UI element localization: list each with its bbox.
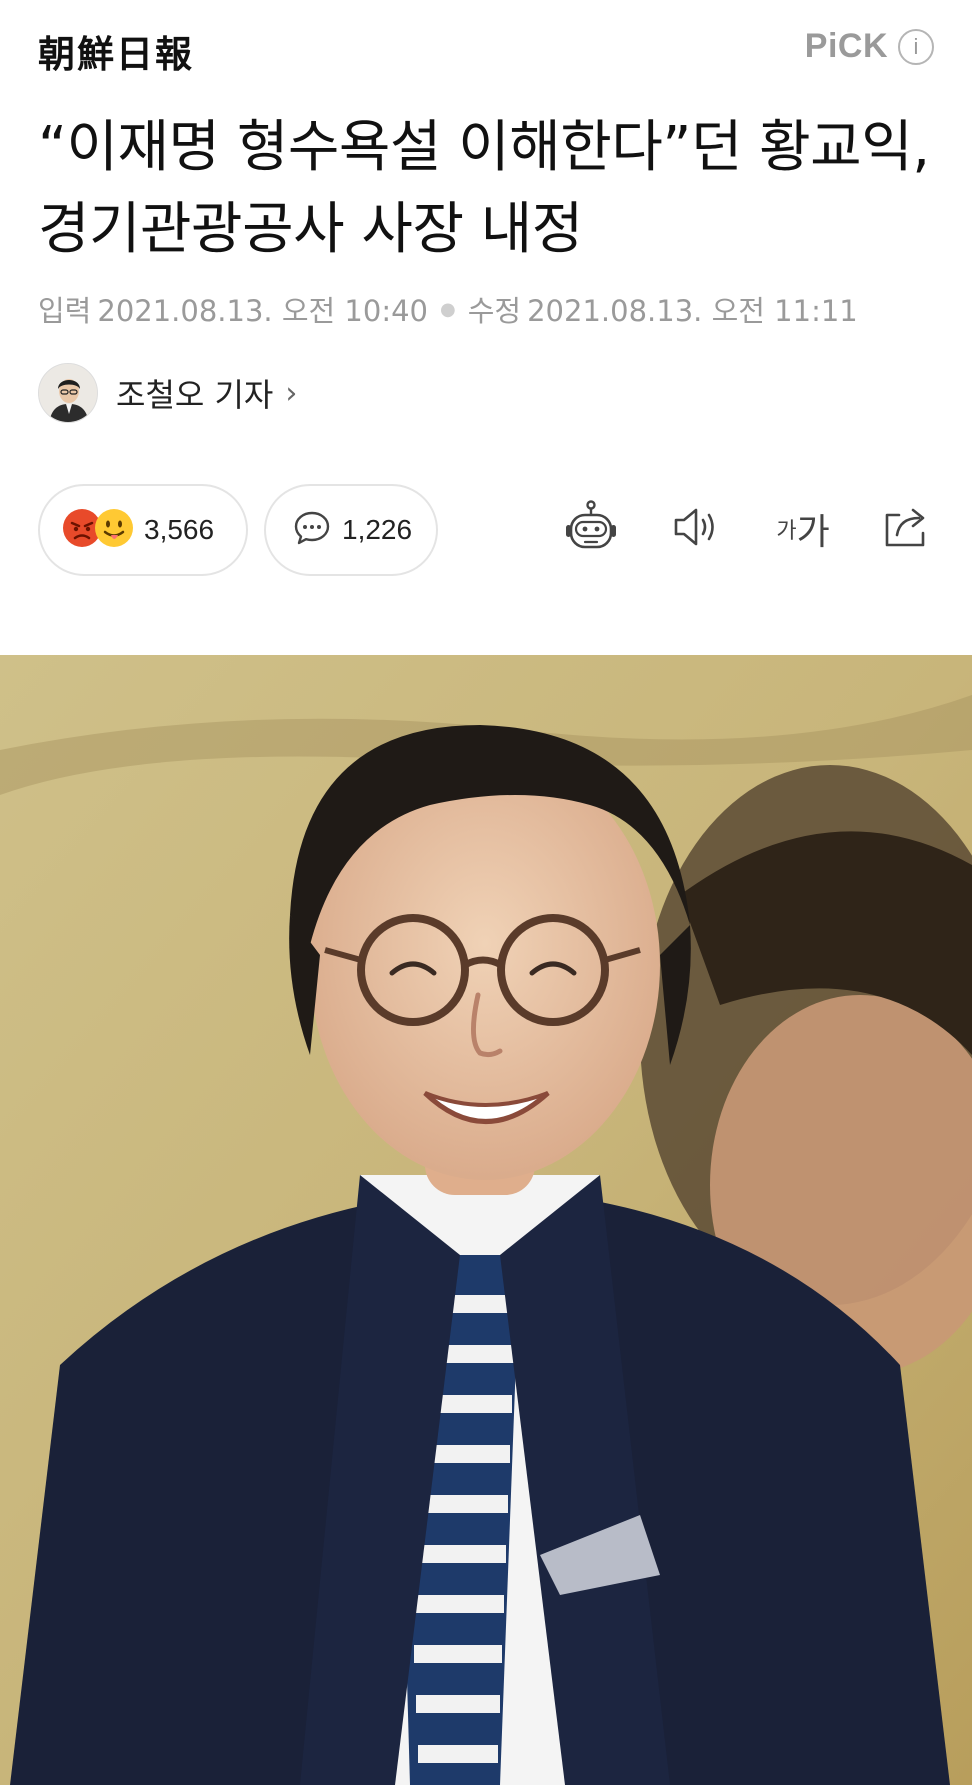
tongue-face-icon (94, 508, 134, 552)
robot-icon (562, 498, 620, 560)
font-size-button[interactable]: 가 가 (768, 496, 838, 562)
reporter-name: 조철오 기자 (116, 376, 274, 414)
article-headline: “이재명 형수욕설 이해한다”던 황교익, 경기관광공사 사장 내정 (38, 115, 930, 262)
share-icon (879, 501, 931, 557)
font-size-large-label: 가 (796, 512, 830, 553)
modified-label: 수정 (467, 294, 522, 328)
reaction-button[interactable]: 3,566 (38, 484, 248, 576)
speaker-icon (670, 501, 722, 557)
article-timestamps: 입력 2021.08.13. 오전 10:40 ● 수정 2021.08.13.… (38, 288, 858, 330)
pick-badge[interactable]: PiCK i (805, 27, 934, 66)
published-time: 2021.08.13. 오전 10:40 (97, 294, 429, 328)
modified-time: 2021.08.13. 오전 11:11 (527, 294, 858, 328)
reporter-avatar (38, 363, 98, 423)
press-logo[interactable]: 朝鮮日報 (38, 24, 194, 78)
speech-bubble-icon (292, 508, 332, 552)
article-action-bar: 3,566 1,226 가 가 (38, 484, 934, 576)
info-icon[interactable]: i (898, 28, 934, 65)
comment-count: 1,226 (342, 514, 413, 545)
summary-bot-button[interactable] (558, 496, 624, 562)
font-size-small-label: 가 (776, 519, 797, 544)
reporter-link[interactable]: 조철오 기자 › (38, 363, 297, 423)
separator-dot-icon: ● (440, 298, 456, 320)
share-button[interactable] (876, 496, 934, 562)
reaction-count: 3,566 (144, 514, 215, 545)
press-header: 朝鮮日報 PiCK i (0, 0, 972, 100)
published-label: 입력 (38, 294, 92, 328)
comment-button[interactable]: 1,226 (264, 484, 438, 576)
chevron-right-icon: › (285, 375, 298, 411)
pick-label: PiCK (804, 27, 888, 65)
article-photo (0, 655, 972, 1785)
text-to-speech-button[interactable] (666, 496, 726, 562)
